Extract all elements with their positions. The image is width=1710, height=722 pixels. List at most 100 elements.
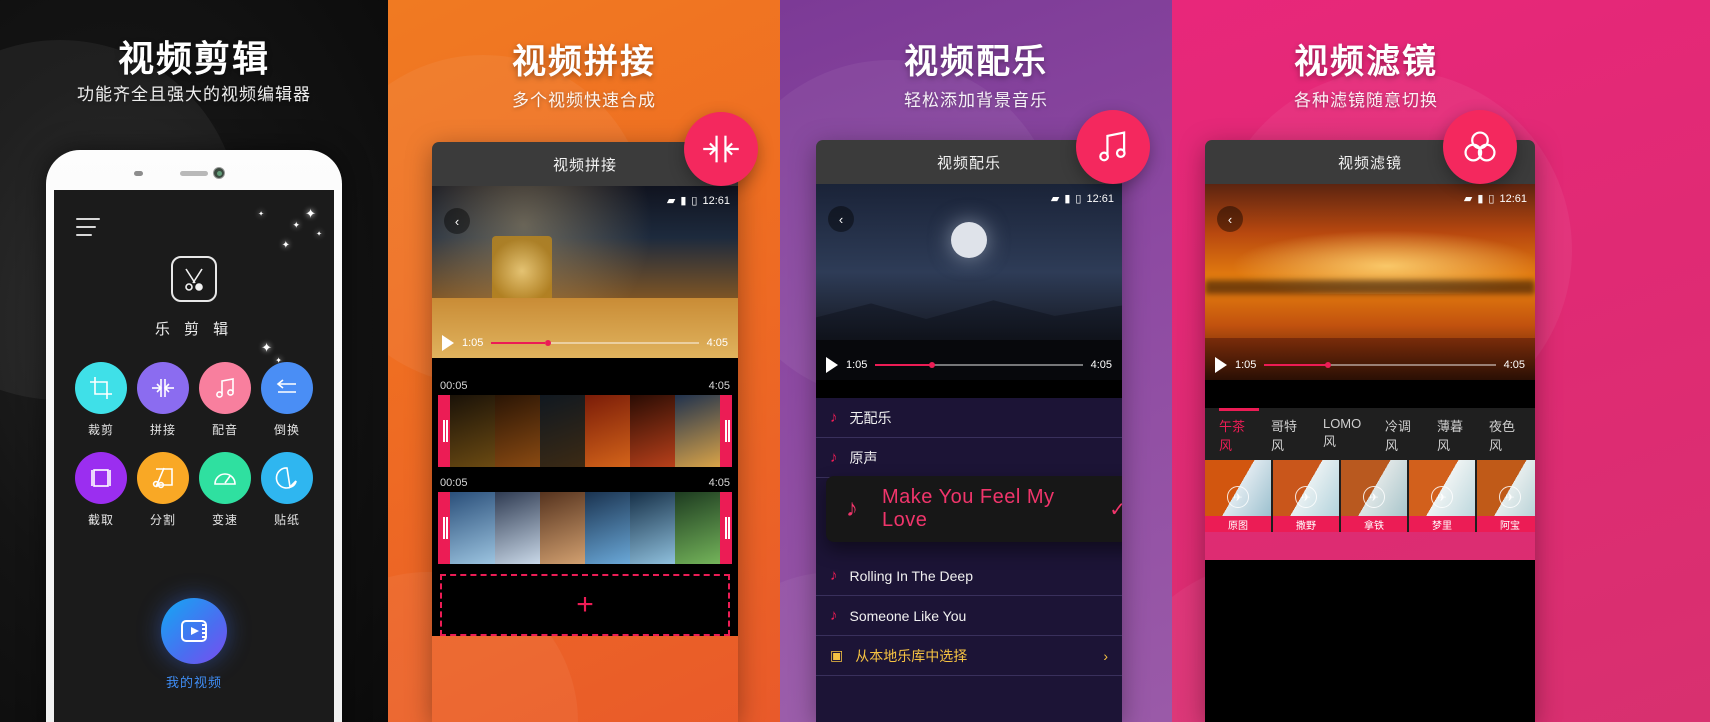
battery-icon: ▯ xyxy=(691,195,698,207)
panel-subtitle: 轻松添加背景音乐 xyxy=(904,91,1048,110)
feature-label: 拼接 xyxy=(149,423,176,437)
filter-thumb[interactable]: ✈ 阿宝 xyxy=(1477,460,1535,532)
sparkle-icon: ✦ xyxy=(305,206,316,221)
filter-thumb[interactable]: ✈ 撒野 xyxy=(1273,460,1339,532)
menu-icon[interactable] xyxy=(76,218,100,242)
trim-handle-right[interactable] xyxy=(720,395,732,467)
clip-thumb xyxy=(675,395,720,467)
video-preview[interactable]: ▰ ▮ ▯ 12:61 ‹ 1:05 4:05 xyxy=(816,184,1122,380)
app-name: 乐 剪 辑 xyxy=(154,321,234,338)
music-note-icon: ♪ xyxy=(830,567,838,584)
status-time: 12:61 xyxy=(702,194,730,207)
clip-thumb xyxy=(585,395,630,467)
filter-tabs: 午茶风 哥特风 LOMO风 冷调风 薄暮风 夜色风 xyxy=(1205,408,1535,460)
feature-trim[interactable]: 截取 xyxy=(70,452,132,528)
filter-thumb[interactable]: ✈ 原图 xyxy=(1205,460,1271,532)
filter-name: 撒野 xyxy=(1273,516,1339,532)
list-item[interactable]: ▣ 从本地乐库中选择 › xyxy=(816,636,1122,676)
status-time: 12:61 xyxy=(1499,192,1527,205)
list-item[interactable]: ♪ 无配乐 xyxy=(816,398,1122,438)
signal-icon: ▮ xyxy=(680,195,687,207)
filter-name: 原图 xyxy=(1205,516,1271,532)
panel-subtitle: 多个视频快速合成 xyxy=(512,91,656,110)
filter-tab[interactable]: 夜色风 xyxy=(1489,416,1521,454)
seek-knob[interactable] xyxy=(929,362,936,368)
proximity-sensor-icon xyxy=(134,171,143,176)
video-preview[interactable]: ▰ ▮ ▯ 12:61 ‹ 1:05 4:05 xyxy=(432,186,738,358)
play-icon[interactable] xyxy=(826,357,838,373)
track-end: 4:05 xyxy=(708,477,730,489)
duration: 4:05 xyxy=(1503,359,1525,371)
panel-video-splice: 视频拼接 多个视频快速合成 视频拼接 ▰ ▮ ▯ 12:61 ‹ 1:05 4:… xyxy=(388,0,780,722)
plus-icon: + xyxy=(576,588,594,621)
feature-speed[interactable]: 变速 xyxy=(194,452,256,528)
filter-tab[interactable]: 冷调风 xyxy=(1385,416,1417,454)
video-preview[interactable]: ▰ ▮ ▯ 12:61 ‹ 1:05 4:05 xyxy=(1205,184,1535,380)
speedometer-icon xyxy=(199,452,251,504)
back-button[interactable]: ‹ xyxy=(1217,206,1243,232)
clip-thumb xyxy=(540,395,585,467)
status-bar: ▰ ▮ ▯ 12:61 xyxy=(1051,192,1114,206)
seek-bar[interactable] xyxy=(491,340,699,346)
clip-strip[interactable] xyxy=(438,395,732,467)
trim-handle-right[interactable] xyxy=(720,492,732,564)
screenshot-stage: 视频剪辑 功能齐全且强大的视频编辑器 ✦ ✦ ✦ ✦ ✦ ✦ ✦ 乐 剪 辑 裁… xyxy=(0,0,1710,722)
back-button[interactable]: ‹ xyxy=(444,208,470,234)
folder-icon: ▣ xyxy=(830,647,844,663)
clip-strip[interactable] xyxy=(438,492,732,564)
scissors-icon xyxy=(137,452,189,504)
moon-icon xyxy=(951,222,987,258)
plane-icon: ✈ xyxy=(1227,486,1249,508)
app-screen: ✦ ✦ ✦ ✦ ✦ ✦ ✦ 乐 剪 辑 裁剪 拼接 配音 倒换 截取 分割 变速… xyxy=(54,190,334,722)
filter-tab[interactable]: 薄暮风 xyxy=(1437,416,1469,454)
seek-bar[interactable] xyxy=(875,362,1083,368)
feature-sticker[interactable]: 贴纸 xyxy=(256,452,318,528)
my-videos-button[interactable] xyxy=(161,598,227,664)
clip-thumb xyxy=(630,492,675,564)
panel-headline: 视频滤镜 xyxy=(1294,43,1438,81)
spacer xyxy=(816,380,1122,398)
feature-label: 截取 xyxy=(87,513,114,527)
phone-mockup: ✦ ✦ ✦ ✦ ✦ ✦ ✦ 乐 剪 辑 裁剪 拼接 配音 倒换 截取 分割 变速… xyxy=(46,150,342,722)
battery-icon: ▯ xyxy=(1488,193,1495,205)
filter-tab[interactable]: 午茶风 xyxy=(1219,416,1251,454)
music-note-icon: ♪ xyxy=(830,607,838,624)
selected-song-card[interactable]: ♪ Make You Feel My Love ✓ xyxy=(826,476,1122,542)
feature-split[interactable]: 分割 xyxy=(132,452,194,528)
filter-tab[interactable]: LOMO风 xyxy=(1323,416,1365,454)
clip-thumbnails xyxy=(450,492,720,564)
filter-thumbnails: ✈ 原图 ✈ 撒野 ✈ 拿铁 ✈ 梦里 ✈ 阿宝 xyxy=(1205,460,1535,532)
list-item[interactable]: ♪ Rolling In The Deep xyxy=(816,556,1122,596)
play-icon[interactable] xyxy=(442,335,454,351)
status-bar: ▰ ▮ ▯ 12:61 xyxy=(1464,192,1527,206)
list-item[interactable]: ♪ Someone Like You xyxy=(816,596,1122,636)
filter-tab[interactable]: 哥特风 xyxy=(1271,416,1303,454)
seek-bar[interactable] xyxy=(1264,362,1496,368)
add-clip-button[interactable]: + xyxy=(440,574,730,636)
plane-icon: ✈ xyxy=(1431,486,1453,508)
music-note-icon xyxy=(199,362,251,414)
filter-name: 拿铁 xyxy=(1341,516,1407,532)
my-videos-label: 我的视频 xyxy=(165,675,222,690)
feature-label: 配音 xyxy=(211,423,238,437)
feature-dubbing[interactable]: 配音 xyxy=(194,362,256,438)
back-button[interactable]: ‹ xyxy=(828,206,854,232)
splice-fab-button[interactable] xyxy=(684,112,758,186)
filter-thumb[interactable]: ✈ 拿铁 xyxy=(1341,460,1407,532)
feature-crop[interactable]: 裁剪 xyxy=(70,362,132,438)
seek-knob[interactable] xyxy=(545,340,552,346)
filter-thumb[interactable]: ✈ 梦里 xyxy=(1409,460,1475,532)
list-item[interactable]: ♪ 原声 xyxy=(816,438,1122,478)
feature-splice[interactable]: 拼接 xyxy=(132,362,194,438)
crop-icon xyxy=(75,362,127,414)
seek-knob[interactable] xyxy=(1324,362,1331,368)
feature-label: 变速 xyxy=(211,513,238,527)
check-icon: ✓ xyxy=(1109,498,1122,521)
sparkle-icon: ✦ xyxy=(292,220,300,230)
filter-fab-button[interactable] xyxy=(1443,110,1517,184)
play-icon[interactable] xyxy=(1215,357,1227,373)
trim-handle-left[interactable] xyxy=(438,492,450,564)
trim-handle-left[interactable] xyxy=(438,395,450,467)
music-fab-button[interactable] xyxy=(1076,110,1150,184)
feature-reverse[interactable]: 倒换 xyxy=(256,362,318,438)
